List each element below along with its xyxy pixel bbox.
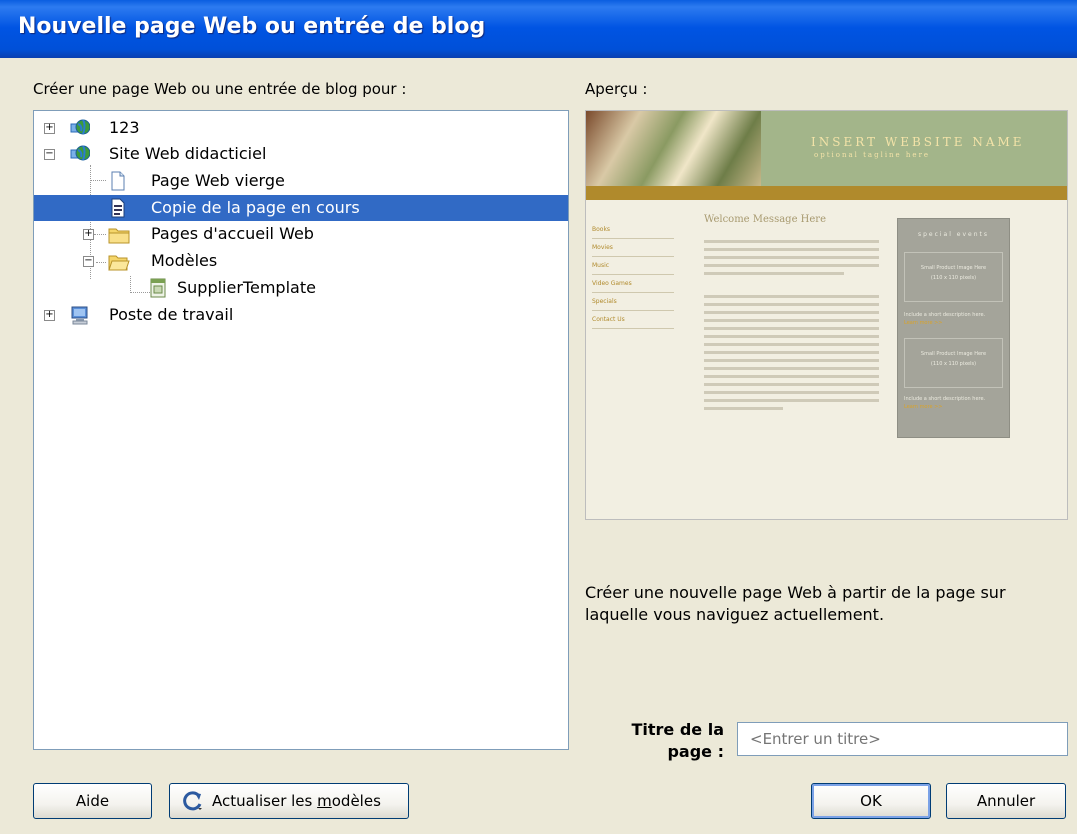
preview-product-size: (110 x 110 pixels) [930,275,977,281]
preview-nav-item: Books [592,221,674,239]
tree-item-poste-de-travail[interactable]: + Poste de travail [34,302,568,328]
tree-item-label: Page Web vierge [151,171,285,190]
refresh-icon [182,790,204,812]
refresh-templates-label: Actualiser les modèles [212,792,381,810]
tree-item-label: 123 [109,118,140,137]
preview-learn-more: Learn more >> [904,320,943,326]
preview-product-desc: Include a short description here. [904,312,986,318]
folder-open-icon [108,252,130,272]
refresh-templates-button[interactable]: Actualiser les modèles [169,783,409,819]
preview-product-desc: Include a short description here. [904,396,986,402]
preview-site-name: INSERT WEBSITE NAME [811,135,1025,149]
preview-welcome-heading: Welcome Message Here [704,214,826,225]
ok-button[interactable]: OK [811,783,931,819]
preview-pane: INSERT WEBSITE NAME optional tagline her… [585,110,1068,520]
preview-heading: Aperçu : [585,80,648,98]
title-label-line1: Titre de la [631,720,724,739]
blank-page-icon [108,171,128,191]
preview-tagline: optional tagline here [814,151,931,159]
tree-heading: Créer une page Web ou une entrée de blog… [33,80,407,98]
preview-nav-item: Contact Us [592,311,674,329]
tree-item-page-web-vierge[interactable]: Page Web vierge [34,168,568,194]
help-button-label: Aide [75,792,110,810]
ok-button-label: OK [860,792,882,810]
tree-item-label: Poste de travail [109,305,234,324]
tree-item-modeles[interactable]: − Modèles [34,248,568,274]
preview-nav: Books Movies Music Video Games Specials … [592,221,674,329]
folder-icon [108,225,130,245]
preview-special-events: special events [917,231,990,238]
computer-icon [70,305,90,325]
preview-nav-item: Specials [592,293,674,311]
title-bar: Nouvelle page Web ou entrée de blog [0,0,1077,58]
cancel-button[interactable]: Annuler [946,783,1066,819]
tree-item-pages-accueil-web[interactable]: + Pages d'accueil Web [34,221,568,247]
title-field-label: Titre de la page : [610,719,724,763]
preview-product-size: (110 x 110 pixels) [930,361,977,367]
expand-icon[interactable]: + [83,229,94,240]
preview-body-text [704,235,879,415]
tree-item-label: Site Web didacticiel [109,144,267,163]
preview-header-image [586,111,761,186]
window-title: Nouvelle page Web ou entrée de blog [18,14,486,39]
tree-item-label: SupplierTemplate [177,278,316,297]
preview-sidebar: special events Small Product Image Here … [897,218,1010,438]
page-copy-icon [108,198,128,218]
tree-item-label: Copie de la page en cours [151,198,360,217]
preview-nav-item: Movies [592,239,674,257]
template-icon [148,278,168,298]
cancel-button-label: Annuler [976,792,1036,810]
tree-item-123[interactable]: + 123 [34,115,568,141]
help-button[interactable]: Aide [33,783,152,819]
preview-nav-item: Video Games [592,275,674,293]
collapse-icon[interactable]: − [83,256,94,267]
preview-nav-item: Music [592,257,674,275]
tree-item-supplier-template[interactable]: SupplierTemplate [34,275,568,301]
collapse-icon[interactable]: − [44,149,55,160]
tree-item-label: Pages d'accueil Web [151,224,314,243]
tree-item-copie-page-en-cours[interactable]: Copie de la page en cours [34,195,568,221]
page-title-input[interactable] [737,722,1068,756]
preview-learn-more: Learn more >> [904,404,943,410]
site-globe-icon [70,118,91,138]
preview-product-image: Small Product Image Here [920,265,987,271]
expand-icon[interactable]: + [44,310,55,321]
preview-product-box: Small Product Image Here (110 x 110 pixe… [904,338,1003,388]
site-tree[interactable]: + 123 − Site Web didacticiel Page Web vi… [33,110,569,750]
tree-item-site-web-didacticiel[interactable]: − Site Web didacticiel [34,141,568,167]
preview-band [586,186,1067,200]
title-label-line2: page : [667,742,724,761]
preview-product-image: Small Product Image Here [920,351,987,357]
template-description: Créer une nouvelle page Web à partir de … [585,583,1006,624]
tree-item-label: Modèles [151,251,218,270]
preview-product-box: Small Product Image Here (110 x 110 pixe… [904,252,1003,302]
site-globe-icon [70,144,91,164]
expand-icon[interactable]: + [44,123,55,134]
